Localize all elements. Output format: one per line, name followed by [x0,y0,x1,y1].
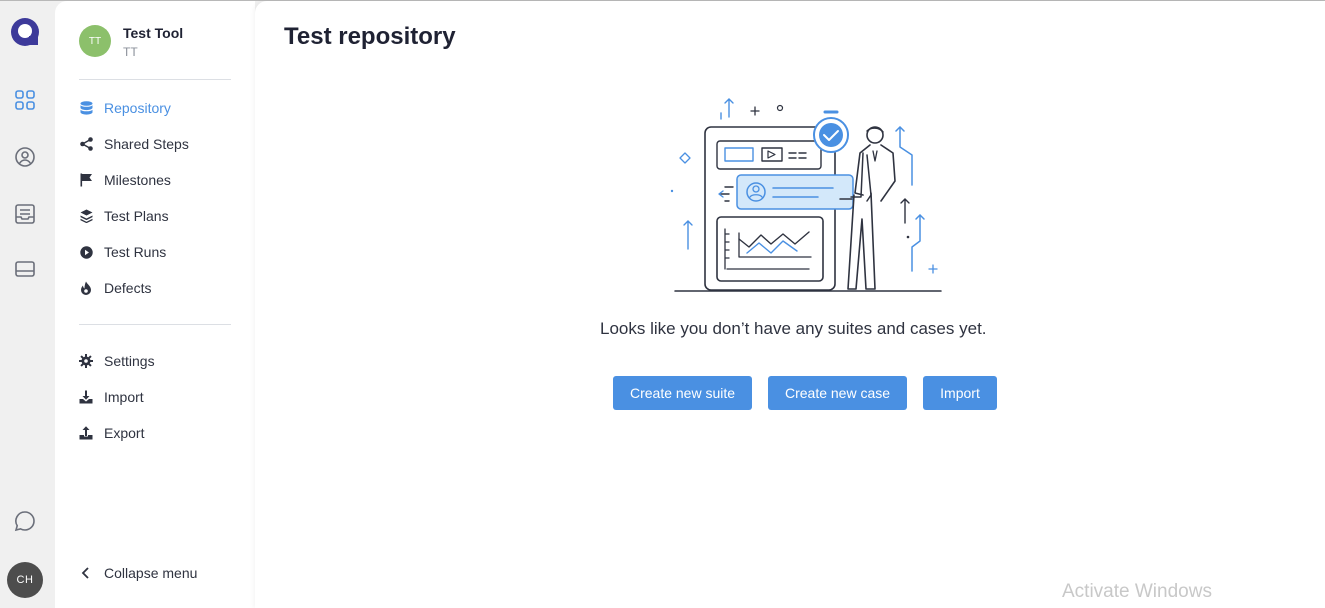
gear-icon [79,354,93,368]
sidebar-item-milestones[interactable]: Milestones [79,168,239,192]
create-new-case-button[interactable]: Create new case [768,376,907,410]
empty-state-illustration [670,98,942,292]
main-content: Test repository Looks like you don’t hav… [255,1,1325,608]
user-avatar[interactable]: CH [7,562,43,598]
project-avatar: TT [79,25,111,57]
activate-windows-watermark: Activate Windows [1062,581,1212,602]
import-button[interactable]: Import [923,376,997,410]
collapse-menu-button[interactable]: Collapse menu [79,561,239,585]
app-rail: CH [0,1,55,608]
collapse-menu-label: Collapse menu [104,565,198,581]
sidebar-item-label: Test Plans [104,208,169,224]
sidebar-divider [79,324,231,325]
project-sidebar: TT Test Tool TT Repository Shared Steps … [55,1,255,608]
project-header[interactable]: TT Test Tool TT [79,25,183,60]
sidebar-divider [79,79,231,80]
upload-icon [79,426,93,440]
sidebar-item-test-runs[interactable]: Test Runs [79,240,239,264]
sidebar-item-settings[interactable]: Settings [79,349,239,373]
download-icon [79,390,93,404]
sidebar-item-label: Shared Steps [104,136,189,152]
projects-grid-icon[interactable] [13,88,37,112]
layers-icon [79,209,93,223]
play-icon [79,245,93,259]
sidebar-item-repository[interactable]: Repository [79,96,239,120]
project-code: TT [123,45,138,59]
sidebar-item-label: Export [104,425,145,441]
share-icon [79,137,93,151]
flame-icon [79,281,93,295]
inbox-icon[interactable] [13,202,37,226]
sidebar-item-label: Settings [104,353,155,369]
empty-state-text: Looks like you don’t have any suites and… [600,319,987,338]
sidebar-item-test-plans[interactable]: Test Plans [79,204,239,228]
sidebar-item-label: Test Runs [104,244,167,260]
sidebar-item-import[interactable]: Import [79,385,239,409]
database-icon [79,101,93,115]
flag-icon [79,173,93,187]
user-circle-icon[interactable] [13,145,37,169]
page-title: Test repository [284,23,456,50]
sidebar-item-label: Import [104,389,144,405]
sidebar-item-export[interactable]: Export [79,421,239,445]
sidebar-item-shared-steps[interactable]: Shared Steps [79,132,239,156]
workspace-icon[interactable] [13,257,37,281]
sidebar-item-label: Repository [104,100,171,116]
sidebar-item-defects[interactable]: Defects [79,276,239,300]
chat-icon[interactable] [13,509,37,533]
sidebar-item-label: Milestones [104,172,171,188]
sidebar-item-label: Defects [104,280,152,296]
app-logo-icon[interactable] [10,17,40,47]
create-new-suite-button[interactable]: Create new suite [613,376,752,410]
chevron-left-icon [79,566,93,580]
project-name: Test Tool [123,25,184,41]
